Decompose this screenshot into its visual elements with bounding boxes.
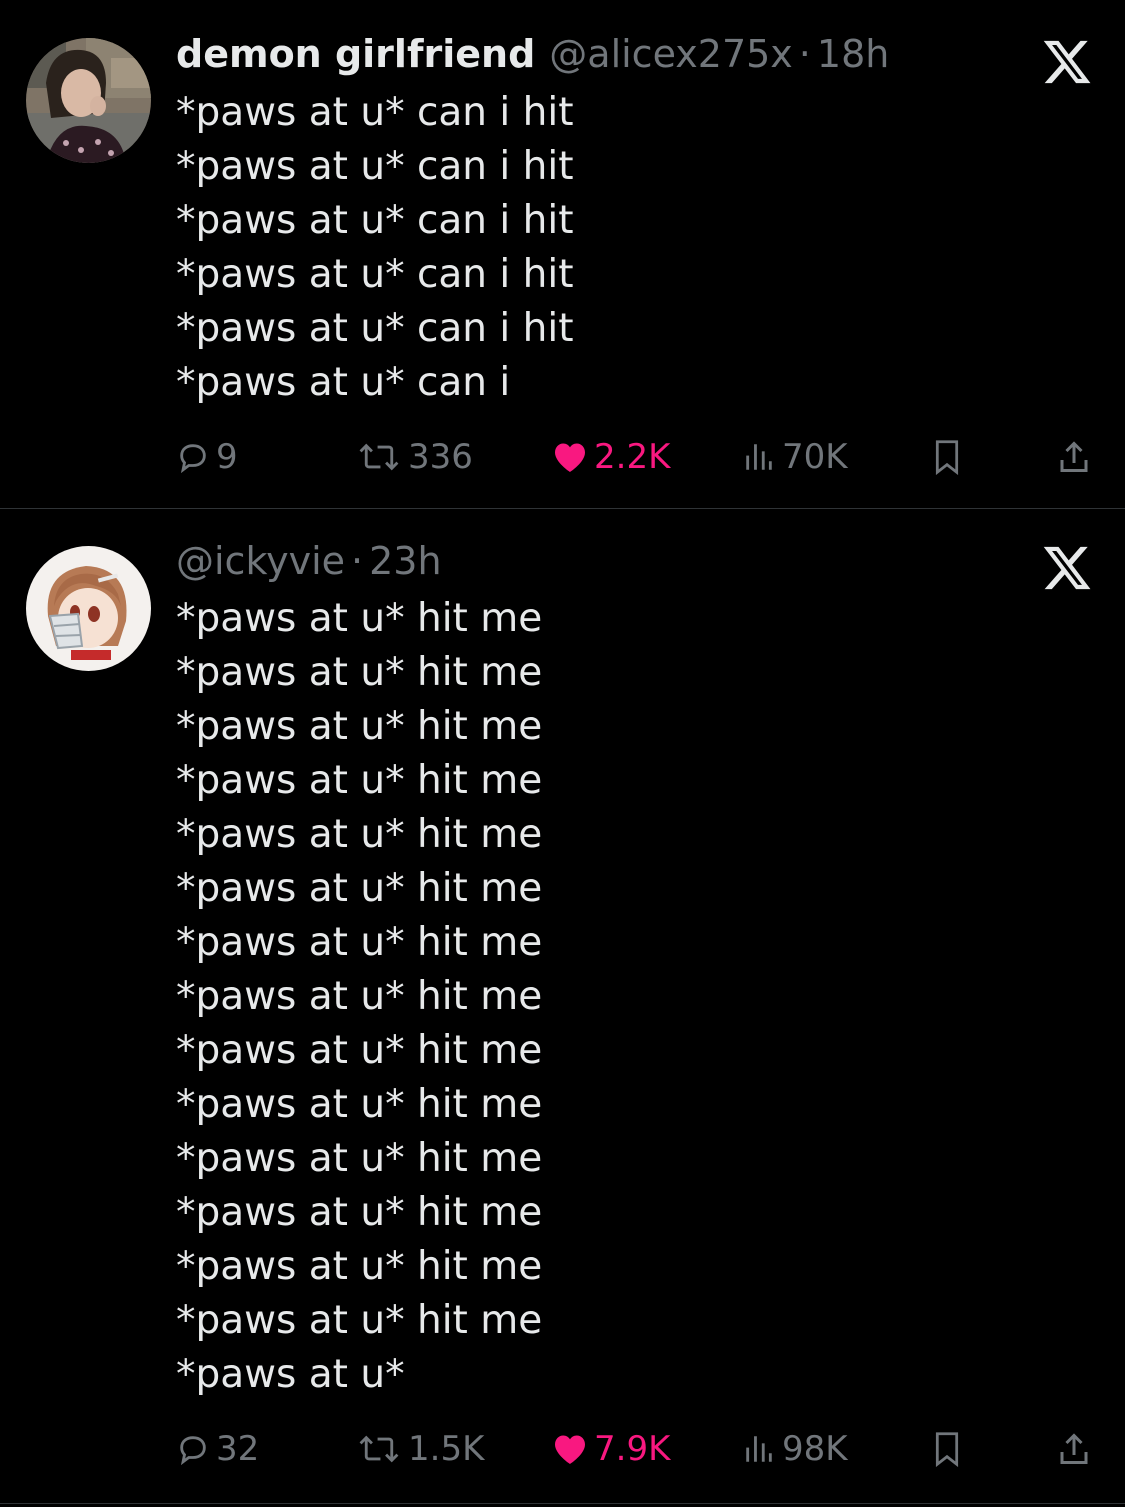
action-bar: 9 336 2.2K 70K: [176, 435, 1096, 479]
tweet-text-line: *paws at u* hit me: [176, 866, 543, 911]
share-button[interactable]: [1056, 435, 1098, 479]
tweet-text-line: *paws at u* hit me: [176, 1082, 543, 1127]
tweet-text-line: *paws at u* can i hit: [176, 144, 574, 189]
like-button[interactable]: 7.9K: [552, 1427, 670, 1471]
tweet-text: *paws at u* hit me *paws at u* hit me *paw…: [176, 592, 542, 1402]
views-icon: [746, 1436, 772, 1462]
action-bar: 32 1.5K 7.9K 98K: [176, 1427, 1096, 1471]
retweet-count: 336: [408, 437, 473, 477]
reply-count: 32: [216, 1429, 260, 1469]
tweet-text-line: *paws at u* can i hit: [176, 198, 574, 243]
tweet-text-line: *paws at u* hit me: [176, 1244, 543, 1289]
share-icon: [1060, 441, 1088, 472]
reply-button[interactable]: 9: [176, 435, 238, 479]
bookmark-icon: [935, 440, 959, 475]
retweet-icon: [359, 443, 399, 471]
reply-icon: [180, 1436, 206, 1466]
tweet-text-line: *paws at u*: [176, 1352, 405, 1397]
tweet-text-line: *paws at u* can i hit: [176, 306, 574, 351]
like-count: 7.9K: [594, 1429, 671, 1469]
tweet-text-line: *paws at u* can i hit: [176, 90, 574, 135]
tweet-header: demon girlfriend @alicex275x · 18h: [176, 32, 889, 82]
tweet-text-line: *paws at u* can i: [176, 360, 511, 405]
author-handle[interactable]: @alicex275x: [549, 32, 793, 76]
heart-icon: [555, 1435, 585, 1464]
views-button[interactable]: 70K: [742, 435, 848, 479]
views-icon: [746, 444, 772, 470]
tweet-text-line: *paws at u* hit me: [176, 974, 543, 1019]
divider: [0, 1503, 1125, 1504]
tweet-text-line: *paws at u* hit me: [176, 1190, 543, 1235]
tweet-text: *paws at u* can i hit *paws at u* can i h…: [176, 86, 574, 410]
tweet-text-line: *paws at u* can i hit: [176, 252, 574, 297]
avatar[interactable]: [26, 38, 151, 163]
tweet-text-line: *paws at u* hit me: [176, 1028, 543, 1073]
tweet[interactable]: @ickyvie · 23h *paws at u* hit me *paws a…: [0, 508, 1125, 1507]
avatar[interactable]: [26, 546, 151, 671]
tweet-text-line: *paws at u* hit me: [176, 704, 543, 749]
like-button[interactable]: 2.2K: [552, 435, 670, 479]
bookmark-button[interactable]: [930, 1427, 970, 1471]
tweet-text-line: *paws at u* hit me: [176, 758, 543, 803]
tweet-text-line: *paws at u* hit me: [176, 1136, 543, 1181]
author-name[interactable]: demon girlfriend: [176, 32, 535, 76]
share-button[interactable]: [1056, 1427, 1098, 1471]
retweet-button[interactable]: 1.5K: [356, 1427, 484, 1471]
tweet-text-line: *paws at u* hit me: [176, 812, 543, 857]
separator: ·: [351, 539, 364, 583]
reply-button[interactable]: 32: [176, 1427, 259, 1471]
tweet-text-line: *paws at u* hit me: [176, 650, 543, 695]
x-logo-icon: [1043, 546, 1091, 590]
tweet-header: @ickyvie · 23h: [176, 539, 442, 589]
views-button[interactable]: 98K: [742, 1427, 848, 1471]
views-count: 70K: [782, 437, 848, 477]
heart-icon: [555, 443, 585, 472]
views-count: 98K: [782, 1429, 848, 1469]
tweet[interactable]: demon girlfriend @alicex275x · 18h *paws…: [0, 0, 1125, 508]
bookmark-button[interactable]: [930, 435, 970, 479]
reply-icon: [180, 444, 206, 474]
retweet-count: 1.5K: [408, 1429, 485, 1469]
separator: ·: [798, 32, 811, 76]
timestamp[interactable]: 18h: [817, 32, 889, 76]
x-logo-icon: [1043, 40, 1091, 84]
tweet-text-line: *paws at u* hit me: [176, 920, 543, 965]
retweet-icon: [359, 1435, 399, 1463]
like-count: 2.2K: [594, 437, 671, 477]
timestamp[interactable]: 23h: [369, 539, 441, 583]
tweet-text-line: *paws at u* hit me: [176, 1298, 543, 1343]
tweet-text-line: *paws at u* hit me: [176, 596, 543, 641]
share-icon: [1060, 1433, 1088, 1464]
author-handle[interactable]: @ickyvie: [176, 539, 345, 583]
reply-count: 9: [216, 437, 238, 477]
bookmark-icon: [935, 1432, 959, 1467]
retweet-button[interactable]: 336: [356, 435, 473, 479]
